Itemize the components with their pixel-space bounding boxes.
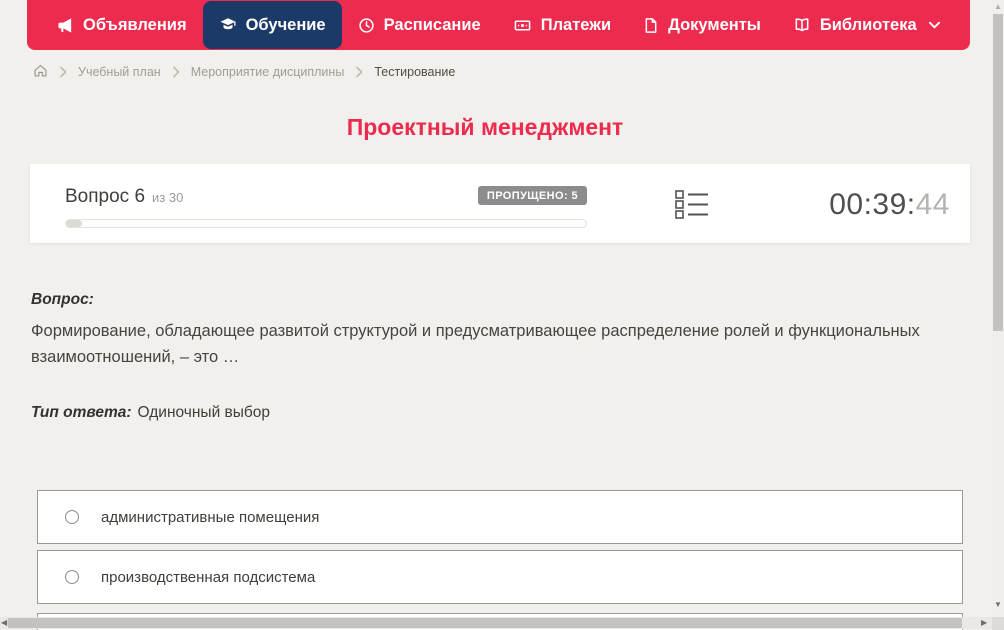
horizontal-scrollbar[interactable]: ◀ ▶ bbox=[0, 617, 992, 629]
answer-type-label: Тип ответа: bbox=[31, 404, 132, 421]
question-progress-block: Вопрос 6 из 30 ПРОПУЩЕНО: 5 bbox=[65, 186, 587, 228]
breadcrumb-discipline-event[interactable]: Мероприятие дисциплины bbox=[191, 65, 345, 79]
answer-option-label: административные помещения bbox=[101, 508, 320, 526]
answer-option-label: производственная подсистема bbox=[101, 568, 316, 586]
vertical-scrollbar[interactable]: ▲ ▼ bbox=[992, 0, 1004, 617]
scroll-right-arrow-icon[interactable]: ▶ bbox=[981, 618, 987, 628]
banknote-icon bbox=[513, 17, 532, 34]
question-total: из 30 bbox=[152, 190, 184, 205]
radio-button[interactable] bbox=[65, 510, 79, 524]
chevron-down-icon bbox=[928, 20, 941, 30]
scroll-down-arrow-icon[interactable]: ▼ bbox=[992, 601, 1004, 609]
breadcrumb: Учебный план Мероприятие дисциплины Тест… bbox=[33, 63, 455, 81]
timer-seconds: 44 bbox=[915, 188, 950, 221]
graduation-cap-icon bbox=[219, 16, 237, 34]
nav-item-label: Обучение bbox=[245, 15, 326, 34]
skipped-badge: ПРОПУЩЕНО: 5 bbox=[477, 186, 587, 205]
vertical-scrollbar-thumb[interactable] bbox=[993, 14, 1003, 331]
progress-bar bbox=[65, 219, 587, 228]
nav-item-payments[interactable]: Платежи bbox=[497, 0, 627, 50]
question-heading: Вопрос: bbox=[31, 291, 94, 308]
timer-hours-minutes: 00:39: bbox=[829, 188, 916, 221]
answer-type-row: Тип ответа: Одиночный выбор bbox=[31, 404, 270, 422]
answer-type-value: Одиночный выбор bbox=[137, 404, 271, 421]
document-icon bbox=[643, 17, 659, 34]
scrollbar-corner bbox=[992, 617, 1004, 630]
nav-item-label: Расписание bbox=[383, 15, 481, 34]
question-list-button[interactable] bbox=[675, 189, 709, 220]
nav-item-library[interactable]: Библиотека bbox=[777, 0, 957, 50]
question-header-card: Вопрос 6 из 30 ПРОПУЩЕНО: 5 00:39:44 bbox=[30, 164, 970, 243]
scroll-up-arrow-icon[interactable]: ▲ bbox=[992, 3, 1004, 11]
progress-bar-fill bbox=[66, 220, 82, 227]
list-icon bbox=[675, 190, 708, 219]
nav-item-announcements[interactable]: Объявления bbox=[41, 0, 203, 50]
clock-icon bbox=[358, 17, 375, 34]
scroll-left-arrow-icon[interactable]: ◀ bbox=[1, 618, 7, 628]
page-title: Проектный менеджмент bbox=[346, 114, 624, 140]
breadcrumb-separator-icon bbox=[59, 66, 67, 78]
nav-item-label: Объявления bbox=[83, 15, 187, 34]
answer-option-2[interactable]: производственная подсистема bbox=[37, 550, 963, 604]
home-icon[interactable] bbox=[33, 63, 48, 81]
breadcrumb-testing: Тестирование bbox=[374, 65, 456, 79]
question-body: Вопрос: Формирование, обладающее развито… bbox=[31, 291, 969, 370]
nav-item-learning[interactable]: Обучение bbox=[202, 1, 342, 49]
test-page: Объявления Обучение Расписание Платежи Д… bbox=[0, 0, 1004, 630]
megaphone-icon bbox=[57, 17, 74, 34]
breadcrumb-separator-icon bbox=[172, 66, 180, 78]
horizontal-scrollbar-thumb[interactable] bbox=[8, 618, 962, 628]
nav-item-documents[interactable]: Документы bbox=[627, 0, 777, 50]
nav-item-schedule[interactable]: Расписание bbox=[342, 0, 497, 50]
radio-button[interactable] bbox=[65, 570, 79, 584]
breadcrumb-study-plan[interactable]: Учебный план bbox=[78, 65, 161, 79]
nav-item-label: Библиотека bbox=[819, 15, 917, 34]
question-text: Формирование, обладающее развитой структ… bbox=[31, 322, 920, 366]
timer: 00:39:44 bbox=[829, 188, 950, 222]
book-icon bbox=[793, 17, 811, 34]
nav-item-label: Платежи bbox=[540, 15, 612, 34]
breadcrumb-separator-icon bbox=[355, 66, 363, 78]
answer-options: административные помещения производствен… bbox=[37, 490, 963, 630]
answer-option-1[interactable]: административные помещения bbox=[37, 490, 963, 544]
question-number-row: Вопрос 6 из 30 ПРОПУЩЕНО: 5 bbox=[65, 186, 587, 213]
main-navbar: Объявления Обучение Расписание Платежи Д… bbox=[27, 0, 970, 50]
nav-item-label: Документы bbox=[668, 15, 761, 34]
question-number: Вопрос 6 bbox=[65, 186, 146, 207]
